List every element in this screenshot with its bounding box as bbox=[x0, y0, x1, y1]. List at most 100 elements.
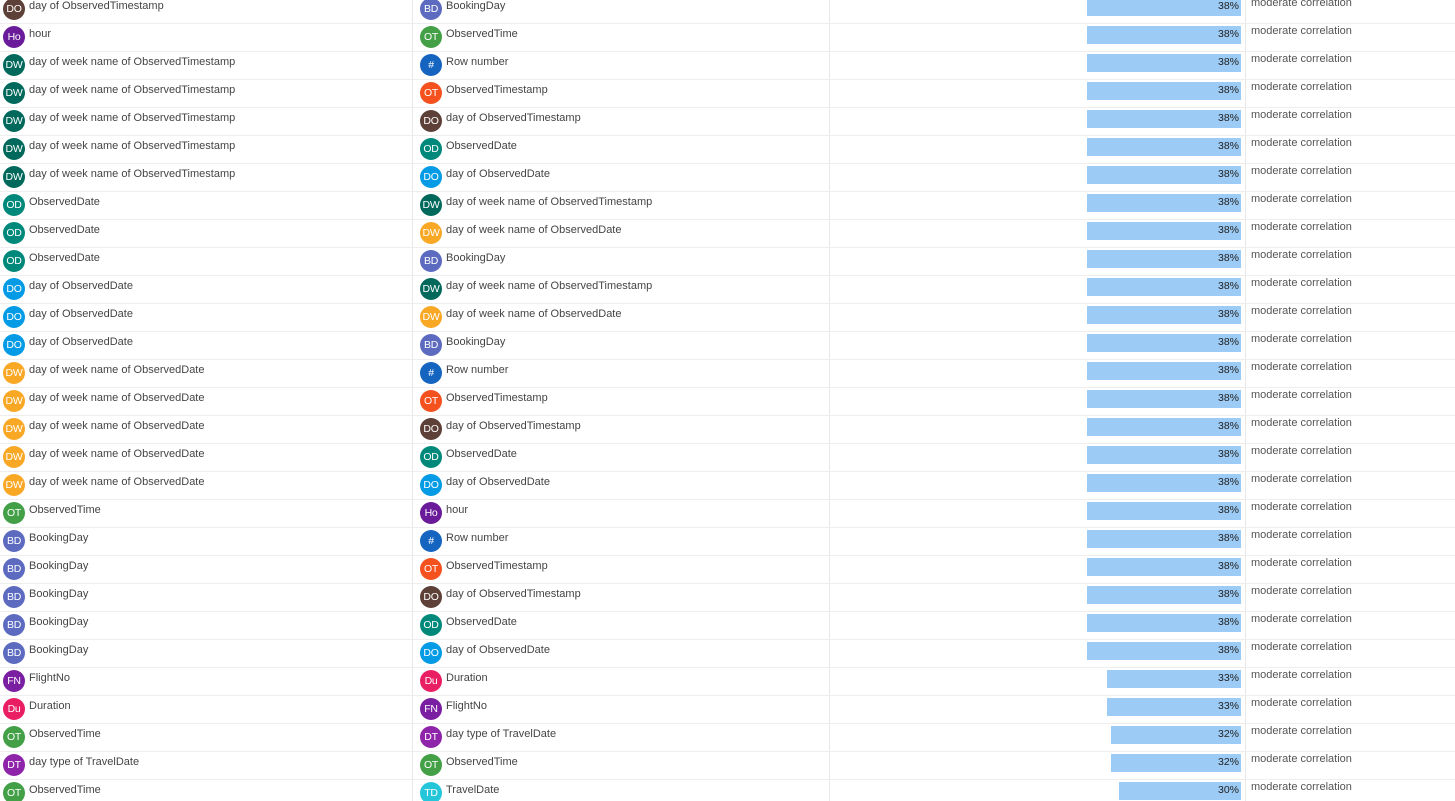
correlation-description: moderate correlation bbox=[1251, 277, 1352, 289]
field-type-icon: DO bbox=[3, 334, 25, 356]
field-name: day of ObservedTimestamp bbox=[446, 420, 581, 432]
table-row[interactable]: FN FlightNo Du Duration 33% moderate correlat… bbox=[0, 668, 1455, 696]
table-row[interactable]: BD BookingDay OD ObservedDate 38% moderate co… bbox=[0, 612, 1455, 640]
field-name: hour bbox=[446, 504, 469, 516]
correlation-description-cell: moderate correlation bbox=[1246, 724, 1455, 751]
field-name: BookingDay bbox=[29, 560, 89, 572]
table-row[interactable]: OD ObservedDate DW day of week name of Obse… bbox=[0, 220, 1455, 248]
field-a-cell: DT day type of TravelDate bbox=[0, 752, 412, 779]
table-row[interactable]: OD ObservedDate BD BookingDay 38% moderate co… bbox=[0, 248, 1455, 276]
correlation-description: moderate correlation bbox=[1251, 389, 1352, 401]
field-a-cell: OD ObservedDate bbox=[0, 220, 412, 247]
field-a-cell: BD BookingDay bbox=[0, 612, 412, 639]
table-row[interactable]: OT ObservedTime TD TravelDate 30% moderate co… bbox=[0, 780, 1455, 801]
field-type-icon: OT bbox=[3, 782, 25, 801]
table-row[interactable]: DW day of week name of ObservedTimestamp O… bbox=[0, 80, 1455, 108]
table-row[interactable]: BD BookingDay # Row number 38% moderate corre… bbox=[0, 528, 1455, 556]
table-row[interactable]: DW day of week name of ObservedDate OD Obse… bbox=[0, 444, 1455, 472]
field-b-cell: DO day of ObservedDate bbox=[417, 164, 829, 191]
table-row[interactable]: DW day of week name of ObservedTimestamp D… bbox=[0, 164, 1455, 192]
correlation-description: moderate correlation bbox=[1251, 305, 1352, 317]
field-a-cell: FN FlightNo bbox=[0, 668, 412, 695]
field-type-icon: DW bbox=[3, 362, 25, 384]
table-row[interactable]: DW day of week name of ObservedDate DO day … bbox=[0, 472, 1455, 500]
table-row[interactable]: DO day of ObservedDate DW day of week name … bbox=[0, 304, 1455, 332]
table-row[interactable]: Du Duration FN FlightNo 33% moderate correlat… bbox=[0, 696, 1455, 724]
correlation-description: moderate correlation bbox=[1251, 725, 1352, 737]
table-row[interactable]: DW day of week name of ObservedTimestamp O… bbox=[0, 136, 1455, 164]
correlation-cell: 38% bbox=[830, 556, 1245, 583]
field-type-icon: DO bbox=[3, 306, 25, 328]
table-row[interactable]: DT day type of TravelDate OT ObservedTime 32… bbox=[0, 752, 1455, 780]
field-b-cell: DO day of ObservedTimestamp bbox=[417, 108, 829, 135]
field-type-icon: DO bbox=[420, 586, 442, 608]
table-row[interactable]: DW day of week name of ObservedDate # Row n… bbox=[0, 360, 1455, 388]
field-type-icon: OD bbox=[420, 138, 442, 160]
table-row[interactable]: DO day of ObservedDate BD BookingDay 38% mode… bbox=[0, 332, 1455, 360]
field-a-cell: DW day of week name of ObservedTimestamp bbox=[0, 108, 412, 135]
field-type-icon: OT bbox=[3, 502, 25, 524]
table-row[interactable]: DO day of ObservedTimestamp BD BookingDay 38… bbox=[0, 0, 1455, 24]
field-name: BookingDay bbox=[446, 0, 506, 12]
correlation-description-cell: moderate correlation bbox=[1246, 248, 1455, 275]
field-b-cell: BD BookingDay bbox=[417, 248, 829, 275]
field-name: BookingDay bbox=[29, 644, 89, 656]
field-type-icon: BD bbox=[3, 558, 25, 580]
field-b-cell: OT ObservedTimestamp bbox=[417, 80, 829, 107]
correlation-description: moderate correlation bbox=[1251, 585, 1352, 597]
correlation-cell: 38% bbox=[830, 24, 1245, 51]
field-b-cell: DT day type of TravelDate bbox=[417, 724, 829, 751]
field-a-cell: OD ObservedDate bbox=[0, 192, 412, 219]
field-a-cell: Du Duration bbox=[0, 696, 412, 723]
correlation-description: moderate correlation bbox=[1251, 417, 1352, 429]
field-b-cell: DW day of week name of ObservedTimestamp bbox=[417, 276, 829, 303]
table-row[interactable]: OD ObservedDate DW day of week name of Obse… bbox=[0, 192, 1455, 220]
correlation-description-cell: moderate correlation bbox=[1246, 360, 1455, 387]
field-name: Duration bbox=[446, 672, 488, 684]
field-name: ObservedDate bbox=[29, 252, 100, 264]
field-b-cell: OT ObservedTimestamp bbox=[417, 556, 829, 583]
table-row[interactable]: BD BookingDay DO day of ObservedDate 38% mode… bbox=[0, 640, 1455, 668]
table-row[interactable]: OT ObservedTime Ho hour 38% moderate correlat… bbox=[0, 500, 1455, 528]
field-name: day of week name of ObservedTimestamp bbox=[29, 112, 236, 124]
correlation-description: moderate correlation bbox=[1251, 0, 1352, 9]
field-name: ObservedTimestamp bbox=[446, 392, 548, 404]
field-type-icon: DW bbox=[3, 446, 25, 468]
correlation-description: moderate correlation bbox=[1251, 613, 1352, 625]
field-a-cell: DO day of ObservedTimestamp bbox=[0, 0, 412, 23]
field-type-icon: DO bbox=[420, 474, 442, 496]
correlation-percent: 38% bbox=[1217, 56, 1239, 68]
table-row[interactable]: BD BookingDay DO day of ObservedTimestamp 38… bbox=[0, 584, 1455, 612]
field-b-cell: DO day of ObservedTimestamp bbox=[417, 416, 829, 443]
correlation-description-cell: moderate correlation bbox=[1246, 752, 1455, 779]
correlation-description-cell: moderate correlation bbox=[1246, 444, 1455, 471]
table-row[interactable]: DO day of ObservedDate DW day of week name … bbox=[0, 276, 1455, 304]
field-b-cell: FN FlightNo bbox=[417, 696, 829, 723]
field-name: day of week name of ObservedTimestamp bbox=[29, 168, 236, 180]
field-a-cell: OT ObservedTime bbox=[0, 724, 412, 751]
table-row[interactable]: DW day of week name of ObservedTimestamp #… bbox=[0, 52, 1455, 80]
table-row[interactable]: Ho hour OT ObservedTime 38% moderate correlat… bbox=[0, 24, 1455, 52]
correlation-description-cell: moderate correlation bbox=[1246, 304, 1455, 331]
field-name: day of ObservedTimestamp bbox=[29, 0, 164, 12]
field-name: day type of TravelDate bbox=[29, 756, 140, 768]
correlation-description-cell: moderate correlation bbox=[1246, 24, 1455, 51]
correlation-percent: 38% bbox=[1217, 112, 1239, 124]
field-a-cell: DW day of week name of ObservedTimestamp bbox=[0, 136, 412, 163]
table-row[interactable]: DW day of week name of ObservedDate OT Obse… bbox=[0, 388, 1455, 416]
table-row[interactable]: OT ObservedTime DT day type of TravelDate 32… bbox=[0, 724, 1455, 752]
correlation-percent: 38% bbox=[1217, 28, 1239, 40]
correlation-description-cell: moderate correlation bbox=[1246, 780, 1455, 801]
table-row[interactable]: DW day of week name of ObservedTimestamp D… bbox=[0, 108, 1455, 136]
field-type-icon: DW bbox=[420, 194, 442, 216]
correlation-percent: 38% bbox=[1217, 84, 1239, 96]
correlation-cell: 38% bbox=[830, 388, 1245, 415]
field-b-cell: # Row number bbox=[417, 528, 829, 555]
field-b-cell: OD ObservedDate bbox=[417, 444, 829, 471]
table-row[interactable]: DW day of week name of ObservedDate DO day … bbox=[0, 416, 1455, 444]
field-a-cell: BD BookingDay bbox=[0, 556, 412, 583]
correlation-description: moderate correlation bbox=[1251, 109, 1352, 121]
correlation-cell: 38% bbox=[830, 276, 1245, 303]
correlation-description: moderate correlation bbox=[1251, 753, 1352, 765]
table-row[interactable]: BD BookingDay OT ObservedTimestamp 38% modera… bbox=[0, 556, 1455, 584]
